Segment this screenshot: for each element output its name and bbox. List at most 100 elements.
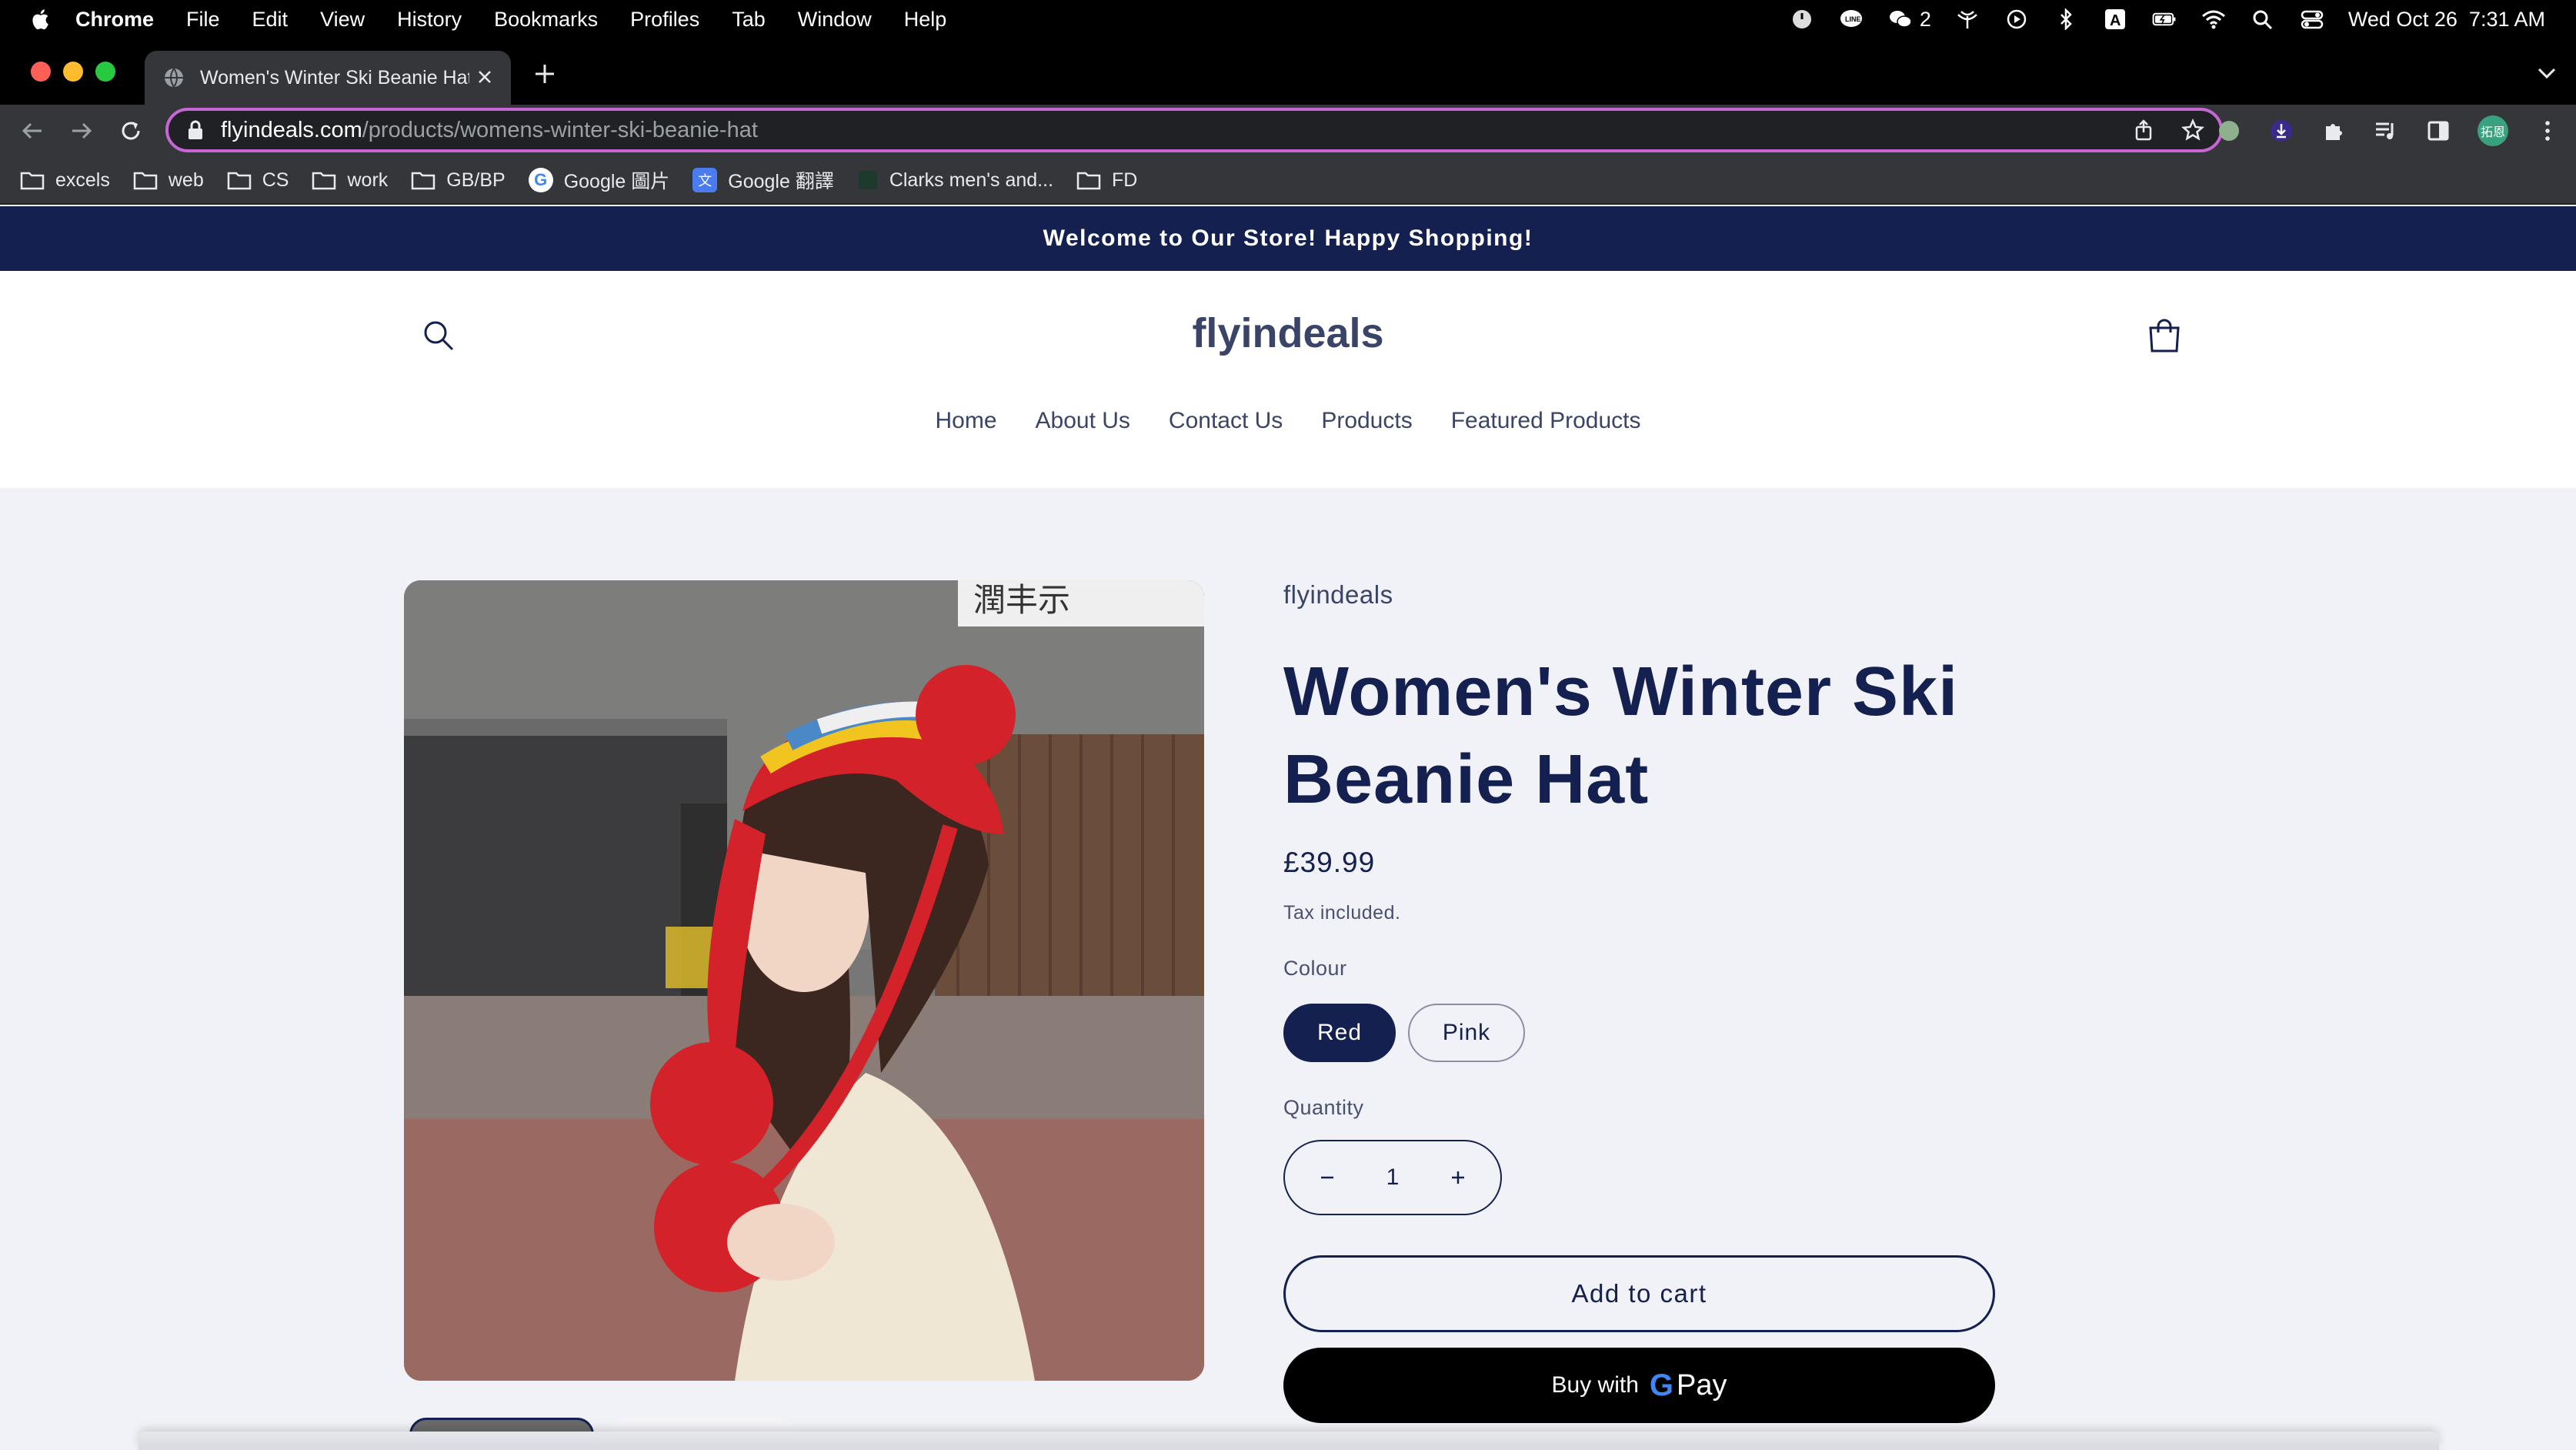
folder-icon xyxy=(312,172,336,190)
clarks-favicon-icon xyxy=(858,171,877,189)
wifi-icon[interactable] xyxy=(2201,8,2227,31)
bookmark-label: excels xyxy=(55,169,110,191)
bookmark-folder-gbbp[interactable]: GB/BP xyxy=(411,169,506,192)
browser-tab-active[interactable]: Women's Winter Ski Beanie Hat xyxy=(145,51,511,105)
quantity-decrease-button[interactable] xyxy=(1316,1166,1339,1189)
announcement-bar: Welcome to Our Store! Happy Shopping! xyxy=(0,206,2576,271)
colour-option-label: Colour xyxy=(1283,957,1347,980)
photo-sign-text: 潤丰示 xyxy=(973,581,1070,619)
menu-help[interactable]: Help xyxy=(904,8,947,32)
quantity-input[interactable]: 1 xyxy=(1386,1164,1400,1191)
bookmark-label: CS xyxy=(262,169,289,191)
nav-home[interactable]: Home xyxy=(935,408,996,434)
window-minimize-button[interactable] xyxy=(63,62,83,82)
menu-app-name[interactable]: Chrome xyxy=(75,8,154,32)
bookmark-folder-excels[interactable]: excels xyxy=(20,169,110,192)
product-info: flyindeals Women's Winter Ski Beanie Hat… xyxy=(1283,580,1995,1423)
menu-profiles[interactable]: Profiles xyxy=(630,8,699,32)
menu-window[interactable]: Window xyxy=(798,8,872,32)
nav-about-us[interactable]: About Us xyxy=(1036,408,1130,434)
bookmark-folder-cs[interactable]: CS xyxy=(227,169,289,192)
reload-icon[interactable] xyxy=(117,117,145,145)
bookmark-folder-web[interactable]: web xyxy=(133,169,204,192)
google-logo-icon: G xyxy=(528,168,553,192)
tab-search-chevron-icon[interactable] xyxy=(2536,66,2558,82)
buy-with-google-pay-button[interactable]: Buy with G Pay xyxy=(1283,1348,1995,1423)
control-center-icon[interactable] xyxy=(2299,8,2325,31)
google-g-logo-icon: G xyxy=(1649,1368,1674,1402)
window-zoom-button[interactable] xyxy=(95,62,115,82)
menu-tab[interactable]: Tab xyxy=(732,8,766,32)
antenna-icon[interactable] xyxy=(1954,8,1980,31)
bluetooth-icon[interactable] xyxy=(2053,8,2079,31)
bookmark-label: Clarks men's and... xyxy=(889,169,1054,191)
quantity-increase-button[interactable] xyxy=(1446,1166,1470,1189)
bookmark-label: FD xyxy=(1112,169,1138,191)
battery-icon[interactable] xyxy=(2151,8,2177,31)
timer-icon[interactable] xyxy=(1789,8,1815,31)
product-photo-illustration: 潤丰示 xyxy=(404,580,1204,1381)
folder-icon xyxy=(412,172,435,190)
play-icon[interactable] xyxy=(2004,8,2030,31)
back-arrow-icon[interactable] xyxy=(18,117,46,145)
browser-toolbar: flyindeals.com/products/womens-winter-sk… xyxy=(0,105,2576,157)
colour-option-red[interactable]: Red xyxy=(1283,1004,1396,1062)
plus-icon xyxy=(1452,1171,1464,1184)
bookmark-star-icon[interactable] xyxy=(2181,119,2204,142)
extension-circle-icon[interactable] xyxy=(2216,118,2242,144)
lock-icon[interactable] xyxy=(187,120,204,140)
nav-contact-us[interactable]: Contact Us xyxy=(1169,408,1283,434)
tab-close-icon[interactable] xyxy=(474,66,496,88)
bookmark-label: Google 圖片 xyxy=(563,171,670,192)
side-panel-icon[interactable] xyxy=(2425,118,2451,144)
forward-arrow-icon[interactable] xyxy=(68,117,95,145)
colour-option-pink[interactable]: Pink xyxy=(1408,1004,1525,1062)
bookmark-label: GB/BP xyxy=(446,169,506,191)
window-close-button[interactable] xyxy=(31,62,51,82)
nav-products[interactable]: Products xyxy=(1321,408,1412,434)
tab-title: Women's Winter Ski Beanie Hat xyxy=(200,66,469,89)
line-app-icon[interactable]: LINE xyxy=(1838,8,1864,31)
folder-icon xyxy=(227,172,251,190)
download-extension-icon[interactable] xyxy=(2268,118,2294,144)
folder-icon xyxy=(20,172,45,190)
menu-history[interactable]: History xyxy=(397,8,462,32)
extensions-puzzle-icon[interactable] xyxy=(2321,118,2347,144)
chrome-menu-kebab-icon[interactable] xyxy=(2534,118,2561,144)
input-source-icon[interactable]: A xyxy=(2102,8,2128,31)
media-controls-icon[interactable] xyxy=(2373,118,2399,144)
main-navigation: Home About Us Contact Us Products Featur… xyxy=(0,408,2576,434)
address-bar[interactable]: flyindeals.com/products/womens-winter-sk… xyxy=(165,108,2223,152)
menu-file[interactable]: File xyxy=(186,8,220,32)
url-path: /products/womens-winter-ski-beanie-hat xyxy=(362,117,758,142)
bookmark-folder-work[interactable]: work xyxy=(312,169,388,192)
menu-edit[interactable]: Edit xyxy=(252,8,289,32)
product-main-image[interactable]: 潤丰示 xyxy=(404,580,1204,1381)
tax-note: Tax included. xyxy=(1283,902,1401,924)
store-logo[interactable]: flyindeals xyxy=(0,309,2576,357)
nav-featured-products[interactable]: Featured Products xyxy=(1451,408,1641,434)
cart-bag-icon[interactable] xyxy=(2147,317,2182,354)
profile-avatar[interactable]: 拓恩 xyxy=(2478,115,2508,146)
spotlight-search-icon[interactable] xyxy=(2250,8,2276,31)
bookmark-clarks[interactable]: Clarks men's and... xyxy=(857,169,1053,192)
minus-icon xyxy=(1321,1176,1333,1179)
bookmark-google-translate[interactable]: 文 Google 翻譯 xyxy=(692,166,834,194)
apple-logo-icon[interactable] xyxy=(31,8,49,30)
share-icon[interactable] xyxy=(2132,119,2155,142)
menu-bookmarks[interactable]: Bookmarks xyxy=(494,8,598,32)
colour-options: Red Pink xyxy=(1283,1004,1995,1062)
bookmark-google-images[interactable]: G Google 圖片 xyxy=(528,166,670,194)
add-to-cart-button[interactable]: Add to cart xyxy=(1283,1255,1995,1332)
new-tab-icon[interactable] xyxy=(532,62,557,86)
menubar-clock[interactable]: Wed Oct 26 7:31 AM xyxy=(2348,8,2545,32)
folder-icon xyxy=(133,172,158,190)
wechat-icon[interactable] xyxy=(1887,8,1914,31)
svg-text:LINE: LINE xyxy=(1845,15,1861,23)
buy-with-label: Buy with xyxy=(1551,1372,1639,1398)
quantity-stepper: 1 xyxy=(1283,1140,1502,1215)
product-vendor: flyindeals xyxy=(1283,580,1393,609)
announcement-text: Welcome to Our Store! Happy Shopping! xyxy=(1043,226,1533,251)
bookmark-folder-fd[interactable]: FD xyxy=(1076,169,1137,192)
menu-view[interactable]: View xyxy=(320,8,365,32)
